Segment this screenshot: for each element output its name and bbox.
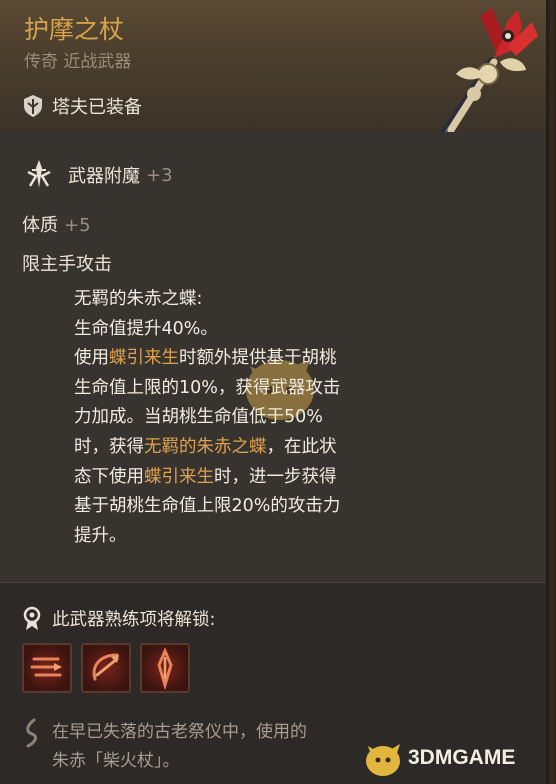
enchant-value: +3 [146, 164, 173, 186]
mastery-label: 此武器熟练项将解锁: [52, 609, 216, 630]
section-divider [0, 582, 546, 583]
mastery-skill-1[interactable] [22, 643, 72, 693]
lore-section: 在早已失落的古老祭仪中，使用的 朱赤「柴火杖」。 [22, 718, 382, 776]
stat-row: 体质 +5 [22, 211, 91, 237]
enchant-icon [27, 160, 51, 188]
site-watermark: 3DMGAME [362, 738, 515, 778]
lore-line: 朱赤「柴火杖」。 [52, 751, 180, 771]
item-name: 护摩之杖 [24, 15, 125, 44]
mastery-skill-3[interactable] [140, 643, 190, 693]
arc-strike-icon [92, 653, 119, 681]
mastery-skill-2[interactable] [81, 643, 131, 693]
spear-thrust-icon [157, 647, 173, 691]
desc-line: 力加成。当胡桃生命值低于50% [74, 407, 323, 428]
enchant-row: 武器附魔 +3 [22, 158, 173, 192]
item-type: 传奇 近战武器 [24, 52, 132, 72]
stat-value: +5 [64, 215, 91, 236]
mastery-skill-list [22, 643, 190, 693]
desc-line: 生命值上限的10%，获得武器攻击 [74, 377, 341, 398]
desc-line: 时，获得无羁的朱赤之蝶，在此状 [74, 436, 337, 457]
desc-line: 提升。 [74, 525, 127, 546]
quill-icon [26, 718, 37, 748]
attack-restriction: 限主手攻击 [22, 254, 112, 275]
watermark-text: 3DMGAME [408, 746, 516, 769]
passive-description: 无羁的朱赤之蝶: 生命值提升40%。 使用蝶引来生时额外提供基于胡桃 生命值上限… [74, 285, 394, 551]
equipped-status: 塔夫已装备 [22, 92, 142, 120]
desc-line: 生命值提升40%。 [74, 318, 218, 339]
enchant-label: 武器附魔 [68, 166, 140, 187]
mastery-unlock-row: 此武器熟练项将解锁: [22, 603, 215, 633]
desc-line: 无羁的朱赤之蝶: [74, 289, 203, 309]
equipped-label: 塔夫已装备 [52, 97, 142, 118]
mastery-icon [23, 606, 41, 630]
desc-line: 基于胡桃生命值上限20%的攻击力 [74, 496, 341, 517]
stat-label: 体质 [22, 215, 58, 236]
desc-line: 态下使用蝶引来生时，进一步获得 [74, 466, 337, 487]
lore-line: 在早已失落的古老祭仪中，使用的 [52, 722, 307, 742]
flame-slash-icon [30, 657, 62, 677]
mascot-icon [366, 744, 400, 776]
desc-line: 使用蝶引来生时额外提供基于胡桃 [74, 348, 337, 369]
panel-edge [546, 0, 556, 784]
lore-text: 在早已失落的古老祭仪中，使用的 朱赤「柴火杖」。 [52, 718, 382, 776]
shield-icon [24, 95, 42, 117]
